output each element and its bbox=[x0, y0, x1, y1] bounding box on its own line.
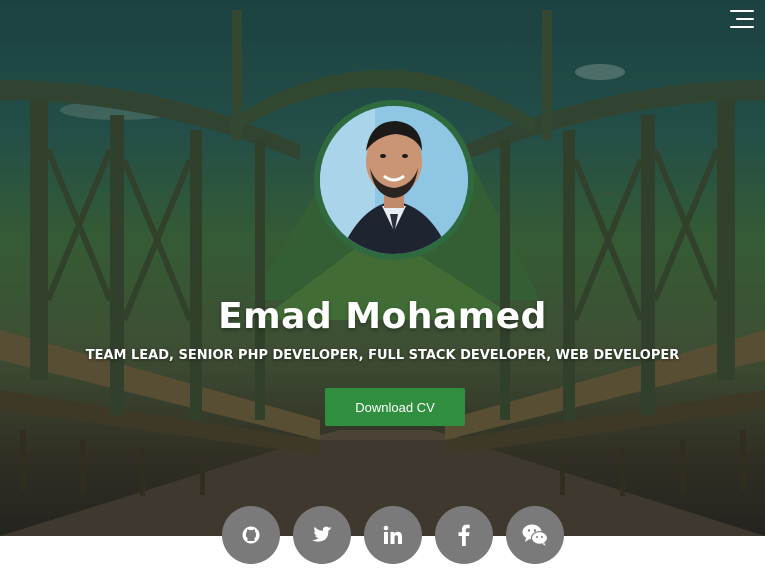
github-icon bbox=[242, 526, 260, 544]
download-cv-button[interactable]: Download CV bbox=[325, 388, 465, 426]
profile-subtitle: TEAM LEAD, SENIOR PHP DEVELOPER, FULL ST… bbox=[85, 348, 680, 363]
facebook-link[interactable] bbox=[435, 506, 493, 564]
linkedin-link[interactable] bbox=[364, 506, 422, 564]
github-link[interactable] bbox=[222, 506, 280, 564]
profile-name: Emad Mohamed bbox=[218, 296, 547, 337]
avatar bbox=[314, 100, 474, 260]
twitter-icon bbox=[311, 526, 332, 542]
social-links bbox=[222, 506, 564, 564]
hero-overlay bbox=[0, 0, 765, 536]
hero-section bbox=[0, 0, 765, 536]
linkedin-icon bbox=[383, 525, 402, 544]
facebook-icon bbox=[458, 524, 470, 546]
wechat-icon bbox=[522, 524, 548, 546]
wechat-link[interactable] bbox=[506, 506, 564, 564]
twitter-link[interactable] bbox=[293, 506, 351, 564]
hamburger-menu-icon[interactable] bbox=[730, 10, 754, 30]
profile-photo bbox=[320, 106, 468, 254]
